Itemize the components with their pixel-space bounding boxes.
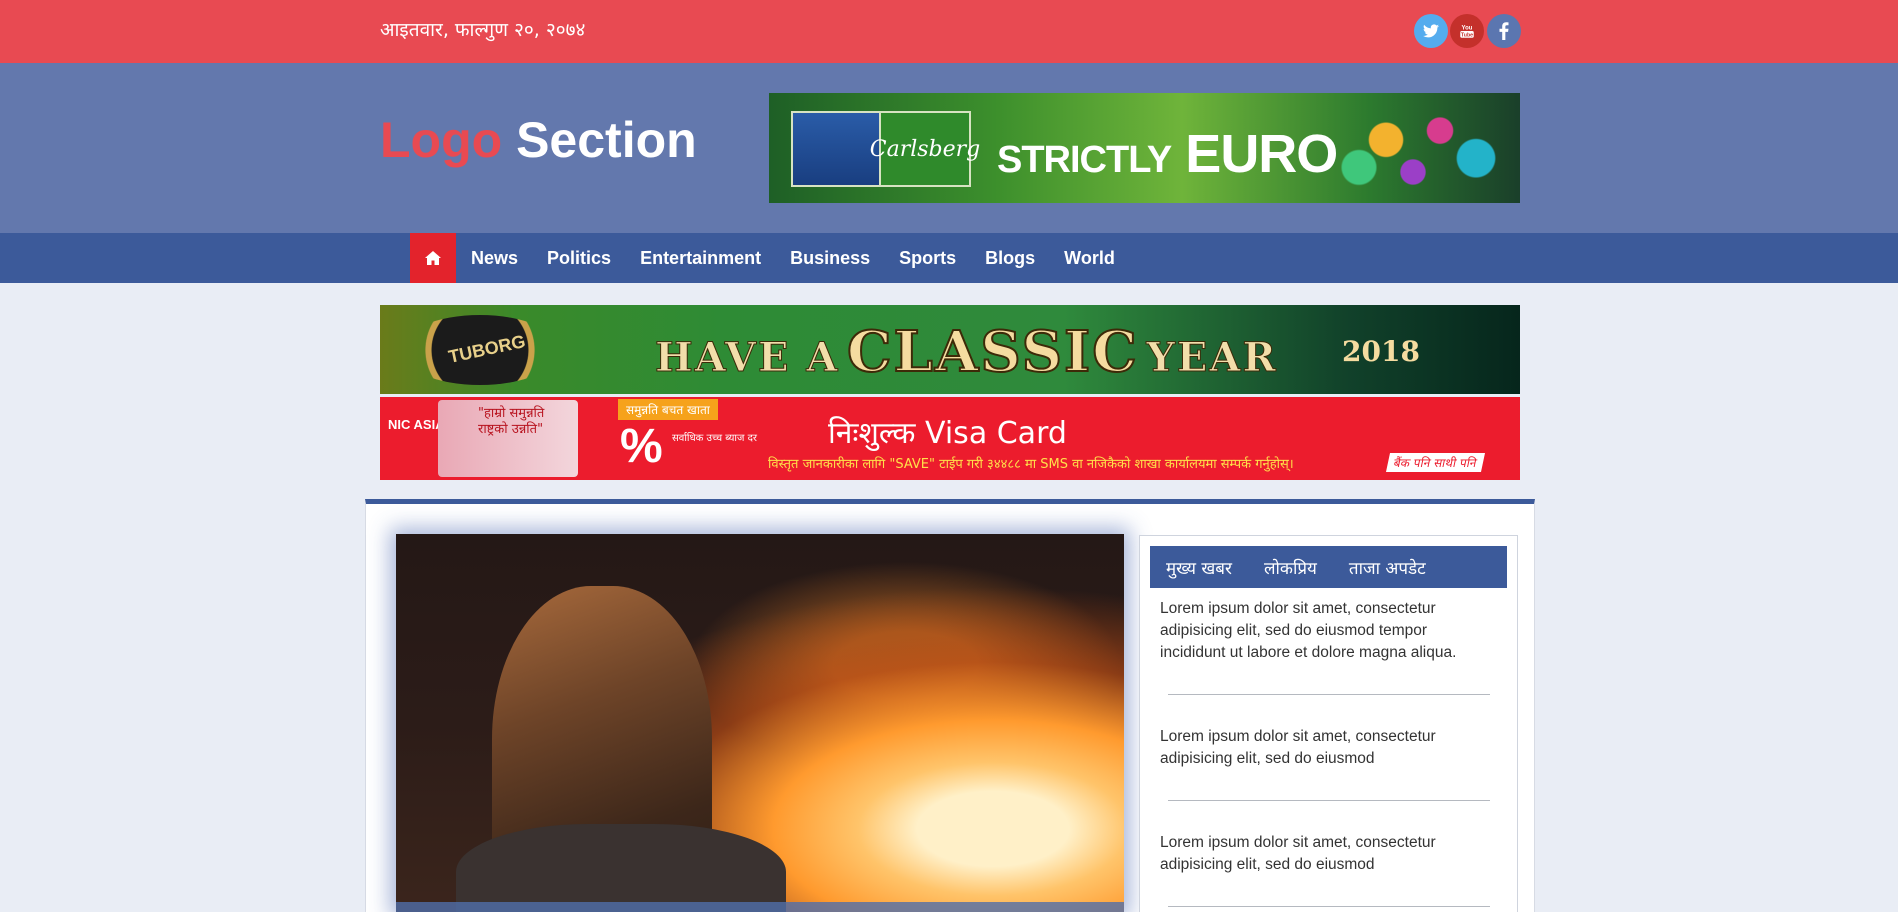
nav-item-news[interactable]: News (471, 248, 518, 269)
top-bar: आइतवार, फाल्गुण २०, २०७४ You Tube (0, 0, 1898, 63)
main-nav: News Politics Entertainment Business Spo… (0, 233, 1898, 283)
facebook-icon[interactable] (1487, 14, 1521, 48)
ad-tagline-big: EURO (1185, 124, 1338, 184)
list-item[interactable]: Lorem ipsum dolor sit amet, consectetur … (1160, 832, 1490, 876)
tab-latest-update[interactable]: ताजा अपडेट (1349, 556, 1426, 579)
nic-asia-ad-banner[interactable]: NIC ASIA "हाम्रो समुन्नति राष्ट्रको उन्न… (380, 397, 1520, 480)
header-ad-banner[interactable]: Carlsberg STRICTLY EURO (769, 93, 1520, 203)
list-divider (1168, 800, 1490, 801)
list-item[interactable]: Lorem ipsum dolor sit amet, consectetur … (1160, 726, 1490, 770)
nav-item-world[interactable]: World (1064, 248, 1115, 269)
site-logo[interactable]: Logo Section (380, 111, 697, 169)
sidebar-news-widget: मुख्य खबर लोकप्रिय ताजा अपडेट Lorem ipsu… (1139, 535, 1518, 912)
tab-popular[interactable]: लोकप्रिय (1264, 556, 1317, 579)
site-header: Logo Section Carlsberg STRICTLY EURO (0, 63, 1898, 233)
nic-ad-info: विस्तृत जानकारीका लागि "SAVE" टाईप गरी ३… (768, 457, 1294, 472)
tuborg-bottle: TUBORG (400, 315, 560, 385)
nav-items: News Politics Entertainment Business Spo… (471, 233, 1144, 283)
tuborg-brand: TUBORG (446, 331, 528, 367)
nav-item-sports[interactable]: Sports (899, 248, 956, 269)
tuborg-headline-b: CLASSIC (846, 318, 1139, 386)
featured-caption-bar (396, 902, 1124, 912)
sidebar-tabs: मुख्य खबर लोकप्रिय ताजा अपडेट (1150, 546, 1507, 588)
svg-text:You: You (1462, 26, 1473, 32)
tuborg-ad-banner[interactable]: TUBORG HAVE A CLASSIC YEAR 2018 (380, 305, 1520, 394)
list-divider (1168, 906, 1490, 907)
nav-item-blogs[interactable]: Blogs (985, 248, 1035, 269)
featured-image-shoulder (456, 824, 786, 912)
home-icon[interactable] (410, 233, 456, 283)
twitter-icon[interactable] (1414, 14, 1448, 48)
youtube-icon[interactable]: You Tube (1450, 14, 1484, 48)
tuborg-headline: HAVE A CLASSIC YEAR (654, 318, 1278, 386)
nav-item-politics[interactable]: Politics (547, 248, 611, 269)
nav-item-business[interactable]: Business (790, 248, 870, 269)
euro-logo (791, 111, 879, 187)
nic-ad-tag: बैंक पनि साथी पनि (1385, 453, 1485, 472)
list-divider (1168, 694, 1490, 695)
nic-ad-rate: % (620, 420, 663, 473)
carlsberg-logo: Carlsberg (870, 111, 980, 187)
ad-tagline: STRICTLY EURO (997, 123, 1338, 185)
nic-ad-rate-sub: सर्वाधिक उच्च ब्याज दर (672, 433, 758, 444)
current-date: आइतवार, फाल्गुण २०, २०७४ (380, 19, 586, 41)
tuborg-headline-a: HAVE A (654, 334, 840, 382)
list-item[interactable]: Lorem ipsum dolor sit amet, consectetur … (1160, 598, 1490, 664)
nic-asia-logo: NIC ASIA (388, 417, 445, 432)
nic-ad-quote: "हाम्रो समुन्नति राष्ट्रको उन्नति" (478, 406, 545, 437)
logo-text-secondary: Section (516, 112, 697, 168)
ad-illustration (1332, 103, 1512, 195)
nic-ad-badge: समुन्नति बचत खाता (618, 399, 718, 420)
nic-ad-visa: निःशुल्क Visa Card (828, 416, 1067, 451)
tuborg-year: 2018 (1342, 335, 1420, 368)
svg-text:Tube: Tube (1461, 32, 1473, 38)
nic-ad-photo: "हाम्रो समुन्नति राष्ट्रको उन्नति" (438, 400, 578, 477)
nav-item-entertainment[interactable]: Entertainment (640, 248, 761, 269)
logo-text-primary: Logo (380, 112, 503, 168)
featured-story-image[interactable] (396, 534, 1124, 912)
tab-main-news[interactable]: मुख्य खबर (1166, 556, 1232, 579)
tuborg-headline-c: YEAR (1146, 334, 1278, 382)
ad-tagline-small: STRICTLY (997, 139, 1172, 181)
